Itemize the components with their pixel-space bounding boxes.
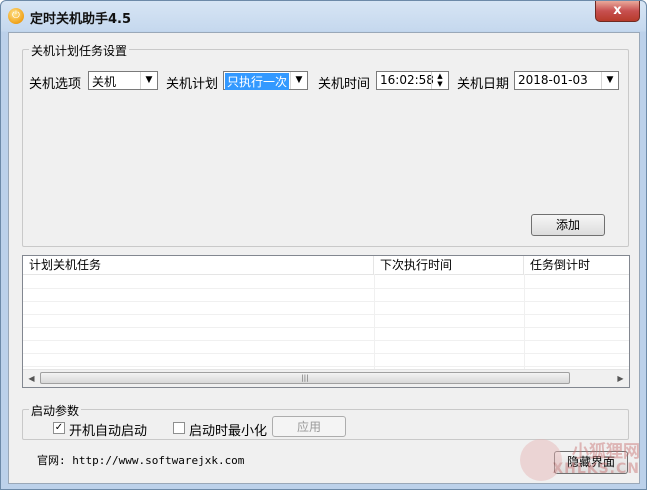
shutdown-plan-value: 只执行一次	[225, 73, 290, 90]
app-window: ⏻ 定时关机助手4.5 x 关机计划任务设置 关机选项 关机 ▼ 关机计划 只执…	[0, 0, 647, 490]
startup-group-title: 启动参数	[29, 402, 82, 419]
auto-start-label[interactable]: 开机自动启动	[69, 420, 147, 439]
title-bar[interactable]: ⏻ 定时关机助手4.5 x	[1, 1, 646, 33]
spin-down-icon[interactable]: ▼	[432, 80, 448, 88]
shutdown-time-label: 关机时间	[318, 77, 371, 92]
client-area: 关机计划任务设置 关机选项 关机 ▼ 关机计划 只执行一次 ▼ 关机时间 16:…	[8, 32, 640, 484]
table-row	[23, 288, 629, 302]
close-button[interactable]: x	[595, 1, 640, 22]
chevron-down-icon[interactable]: ▼	[601, 72, 618, 89]
task-list-header: 计划关机任务 下次执行时间 任务倒计时	[23, 256, 629, 275]
minimize-checkbox[interactable]	[173, 422, 185, 434]
scrollbar-thumb[interactable]: |||	[40, 372, 570, 384]
checkmark-icon: ✓	[54, 422, 64, 433]
shutdown-plan-select[interactable]: 只执行一次 ▼	[223, 71, 308, 90]
shutdown-option-label: 关机选项	[29, 77, 82, 92]
column-header-next-run[interactable]: 下次执行时间	[374, 256, 524, 274]
table-row	[23, 301, 629, 315]
table-row	[23, 340, 629, 354]
chevron-down-icon[interactable]: ▼	[140, 72, 157, 89]
minimize-label[interactable]: 启动时最小化	[189, 420, 267, 439]
table-row	[23, 314, 629, 328]
shutdown-date-label: 关机日期	[457, 77, 510, 92]
shutdown-option-select[interactable]: 关机 ▼	[88, 71, 158, 90]
spin-up-icon[interactable]: ▲	[432, 72, 448, 80]
shutdown-date-picker[interactable]: 2018-01-03 ▼	[514, 71, 619, 90]
table-row	[23, 353, 629, 367]
table-row	[23, 275, 629, 289]
schedule-groupbox: 关机计划任务设置 关机选项 关机 ▼ 关机计划 只执行一次 ▼ 关机时间 16:…	[22, 42, 629, 247]
horizontal-scrollbar[interactable]: ◀ ||| ▶	[23, 369, 629, 387]
website-label[interactable]: 官网: http://www.softwarejxk.com	[37, 452, 244, 468]
schedule-group-title: 关机计划任务设置	[29, 42, 130, 59]
table-row	[23, 327, 629, 341]
watermark: 小狐狸网 XHLKS.CN	[520, 435, 640, 485]
window-title: 定时关机助手4.5	[30, 12, 132, 27]
shutdown-plan-label: 关机计划	[166, 77, 219, 92]
shutdown-option-value: 关机	[92, 75, 117, 89]
column-header-task[interactable]: 计划关机任务	[23, 256, 374, 274]
apply-button[interactable]: 应用	[272, 416, 346, 437]
time-spinner[interactable]: ▲ ▼	[431, 72, 448, 89]
auto-start-checkbox[interactable]: ✓	[53, 422, 65, 434]
shutdown-time-input[interactable]: 16:02:58 ▲ ▼	[376, 71, 449, 90]
shutdown-date-value: 2018-01-03	[518, 73, 588, 87]
column-header-countdown[interactable]: 任务倒计时	[524, 256, 629, 274]
watermark-line2: XHLKS.CN	[552, 461, 640, 477]
task-list[interactable]: 计划关机任务 下次执行时间 任务倒计时 ◀ ||| ▶	[22, 255, 630, 388]
watermark-line1: 小狐狸网	[572, 442, 640, 462]
scroll-right-icon[interactable]: ▶	[612, 370, 629, 387]
add-button[interactable]: 添加	[531, 214, 605, 236]
power-icon: ⏻	[8, 8, 24, 24]
scroll-left-icon[interactable]: ◀	[23, 370, 40, 387]
shutdown-time-value: 16:02:58	[380, 73, 434, 87]
chevron-down-icon[interactable]: ▼	[290, 72, 307, 89]
